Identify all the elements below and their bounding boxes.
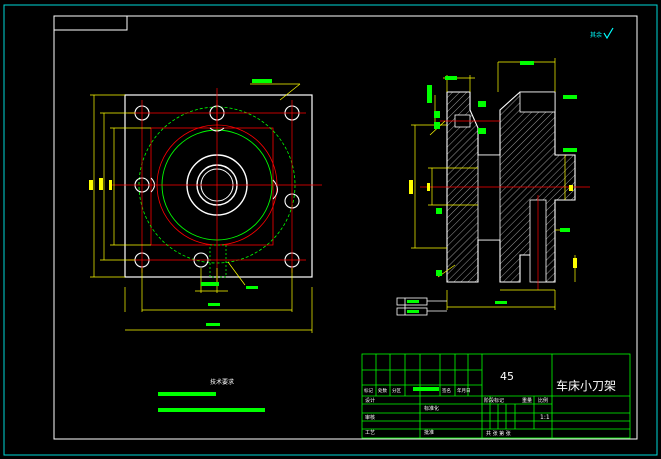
row-label-4: 签名 (442, 387, 451, 394)
roughness-label: 其余 (590, 31, 602, 39)
weight-label: 重量 (522, 397, 532, 404)
row-label-2: 分区 (392, 387, 401, 394)
code-box (53, 15, 128, 31)
bore-gap (477, 154, 501, 241)
material-value: 45 (500, 370, 514, 383)
review-label: 审核 (365, 414, 375, 421)
front-dim-labels (201, 79, 272, 326)
tolerance-fill (407, 300, 419, 313)
row-label-5: 年月日 (457, 387, 471, 394)
technical-requirements: 技术要求 (158, 378, 265, 412)
title-block-label-fill (413, 387, 439, 391)
tech-req-line-2 (158, 408, 265, 412)
tech-req-line-1 (158, 392, 216, 396)
tech-req-title: 技术要求 (210, 378, 234, 386)
bottom-slot (209, 244, 227, 278)
sheet-label: 共 张 第 张 (486, 430, 511, 437)
front-dimensions (90, 83, 313, 333)
roughness-symbol: 其余 (590, 27, 614, 40)
tolerance-frames (396, 297, 447, 316)
row-label-0: 标记 (364, 387, 373, 394)
front-centerlines (110, 88, 322, 285)
scale-value: 1:1 (540, 414, 550, 421)
roughness-check-icon (603, 27, 614, 40)
standardization-label: 标准化 (424, 405, 439, 412)
stage-label: 阶段标记 (484, 397, 504, 404)
approve-label: 批准 (424, 429, 434, 436)
scale-label: 比例 (538, 397, 548, 404)
process-label: 工艺 (365, 430, 375, 436)
front-dim-text (89, 178, 112, 190)
row-label-1: 处数 (378, 387, 387, 394)
design-label: 设计 (365, 397, 375, 404)
top-bore (519, 91, 556, 113)
part-name: 车床小刀架 (556, 378, 616, 393)
section-view (396, 58, 590, 316)
flange-outline (124, 94, 313, 278)
cad-drawing-canvas: 其余 技术要求 45 车床小刀架 1:1 设计 标准化 审核 工艺 批准 阶段标… (3, 4, 658, 456)
title-block (361, 353, 631, 439)
front-view (89, 79, 322, 333)
